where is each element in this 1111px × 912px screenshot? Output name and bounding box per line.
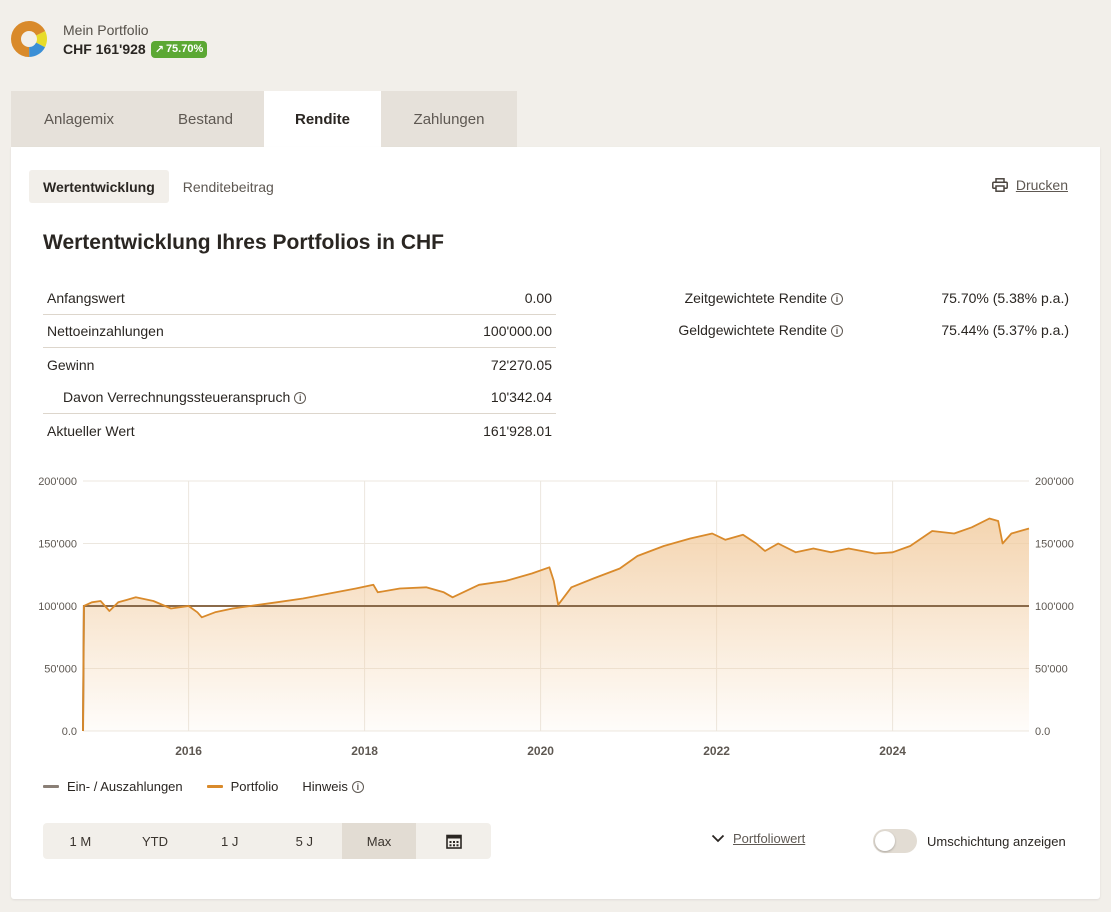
y-tick-label-right: 0.0 bbox=[1035, 726, 1050, 738]
summary-row: Gewinn 72'270.05 bbox=[47, 356, 552, 373]
main-tabs: Anlagemix Bestand Rendite Zahlungen bbox=[11, 91, 517, 147]
toggle-label: Umschichtung anzeigen bbox=[927, 833, 1066, 849]
chevron-down-icon bbox=[711, 834, 725, 843]
print-label: Drucken bbox=[1015, 177, 1068, 193]
y-tick-label-left: 100'000 bbox=[38, 601, 77, 613]
summary-row: Davon Verrechnungssteueranspruch i 10'342… bbox=[43, 381, 556, 414]
portfolio-area bbox=[83, 518, 1029, 731]
range-5j[interactable]: 5 J bbox=[267, 823, 342, 859]
legend-swatch bbox=[206, 785, 223, 788]
portfolio-title: Mein Portfolio bbox=[63, 21, 149, 38]
y-tick-label-left: 150'000 bbox=[38, 539, 77, 551]
portfolio-donut-icon bbox=[11, 21, 47, 57]
tab-anlagemix[interactable]: Anlagemix bbox=[11, 91, 147, 147]
legend-item-ein-auszahlungen[interactable]: Ein- / Auszahlungen bbox=[43, 779, 183, 794]
x-tick-label: 2020 bbox=[527, 744, 554, 758]
legend-swatch bbox=[43, 785, 59, 788]
y-tick-label-left: 50'000 bbox=[44, 664, 77, 676]
portfolio-header: Mein Portfolio CHF 161'928 ↗ 75.70% bbox=[10, 20, 208, 58]
returns-row: Geldgewichtete Rendite i 75.44% (5.37% p.… bbox=[678, 322, 1069, 338]
tab-bestand[interactable]: Bestand bbox=[147, 91, 264, 147]
info-icon[interactable]: i bbox=[831, 293, 843, 306]
summary-row: Nettoeinzahlungen 100'000.00 bbox=[43, 315, 556, 348]
section-title: Wertentwicklung Ihres Portfolios in CHF bbox=[43, 231, 444, 254]
subtabs: Wertentwicklung Renditebeitrag bbox=[29, 170, 288, 203]
y-tick-label-right: 200'000 bbox=[1035, 476, 1074, 488]
y-tick-label-right: 150'000 bbox=[1035, 539, 1074, 551]
info-icon[interactable]: i bbox=[294, 392, 307, 405]
subtab-renditebeitrag[interactable]: Renditebeitrag bbox=[169, 170, 288, 203]
range-ytd[interactable]: YTD bbox=[118, 823, 193, 859]
range-max[interactable]: Max bbox=[341, 823, 417, 859]
calendar-button[interactable] bbox=[416, 823, 491, 859]
returns-table: Zeitgewichtete Rendite i 75.70% (5.38% p.… bbox=[611, 282, 1069, 346]
printer-icon bbox=[991, 178, 1008, 192]
returns-row: Zeitgewichtete Rendite i 75.70% (5.38% p.… bbox=[684, 290, 1069, 306]
tab-zahlungen[interactable]: Zahlungen bbox=[381, 91, 517, 147]
portfoliowert-dropdown[interactable]: Portfoliowert bbox=[711, 831, 805, 846]
chart-legend: Ein- / Auszahlungen Portfolio Hinweis i bbox=[43, 779, 388, 794]
portfolio-value: CHF 161'928 bbox=[63, 41, 146, 57]
rendite-panel: Wertentwicklung Renditebeitrag Drucken W… bbox=[11, 147, 1100, 899]
x-tick-label: 2016 bbox=[175, 744, 202, 758]
info-icon: i bbox=[351, 780, 364, 793]
time-range-selector: 1 M YTD 1 J 5 J Max bbox=[43, 823, 491, 859]
info-icon[interactable]: i bbox=[831, 325, 843, 338]
x-tick-label: 2024 bbox=[879, 744, 906, 758]
x-tick-label: 2018 bbox=[351, 744, 378, 758]
performance-badge: ↗ 75.70% bbox=[150, 40, 208, 58]
x-tick-label: 2022 bbox=[703, 744, 730, 758]
print-button[interactable]: Drucken bbox=[991, 177, 1068, 193]
calendar-icon bbox=[445, 834, 462, 849]
subtab-wertentwicklung[interactable]: Wertentwicklung bbox=[29, 170, 169, 203]
summary-row: Anfangswert 0.00 bbox=[43, 282, 556, 315]
performance-chart: 200'000 200'000 150'000 150'000 100'000 100'0… bbox=[38, 476, 1074, 758]
range-1m[interactable]: 1 M bbox=[43, 823, 118, 859]
y-tick-label-right: 50'000 bbox=[1035, 664, 1068, 676]
arrow-up-right-icon: ↗ bbox=[154, 43, 164, 56]
y-tick-label-right: 100'000 bbox=[1035, 601, 1074, 613]
summary-row: Aktueller Wert 161'928.01 bbox=[47, 422, 552, 439]
legend-hint[interactable]: Hinweis i bbox=[302, 779, 364, 794]
legend-item-portfolio[interactable]: Portfolio bbox=[206, 779, 278, 794]
umschichtung-toggle[interactable] bbox=[873, 829, 917, 853]
range-1j[interactable]: 1 J bbox=[192, 823, 267, 859]
y-tick-label-left: 200'000 bbox=[38, 476, 77, 488]
toggle-knob bbox=[875, 831, 895, 851]
y-tick-label-left: 0.0 bbox=[62, 726, 77, 738]
tab-rendite[interactable]: Rendite bbox=[264, 91, 381, 147]
summary-table: Anfangswert 0.00 Nettoeinzahlungen 100'0… bbox=[43, 282, 556, 447]
umschichtung-toggle-wrap: Umschichtung anzeigen bbox=[873, 829, 1066, 853]
